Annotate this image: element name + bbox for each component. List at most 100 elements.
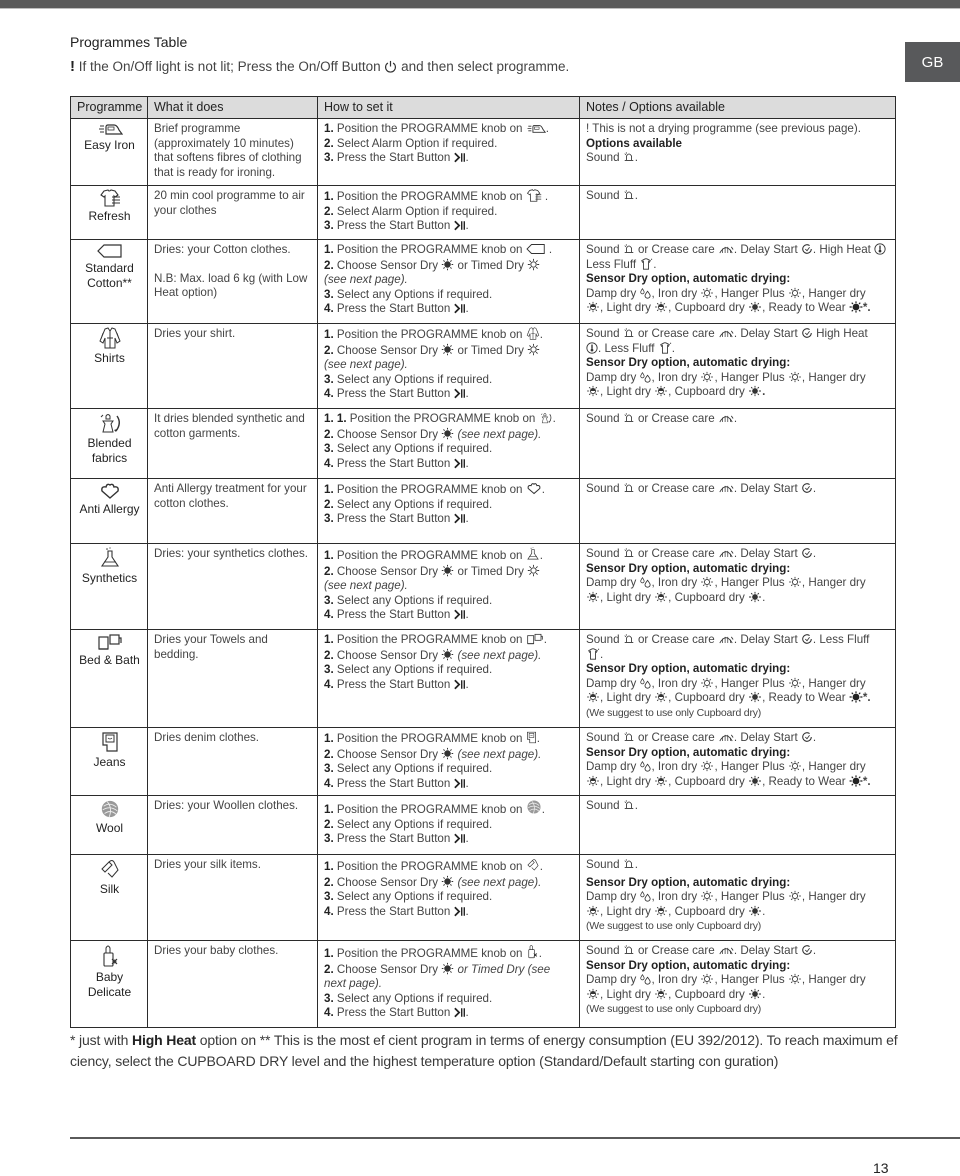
step: 1. Position the PROGRAMME knob on . — [324, 483, 545, 496]
timed-dry-icon — [527, 343, 540, 356]
light-dry-icon — [654, 988, 668, 1000]
iron-icon — [97, 122, 123, 136]
column-header-programme: Programme — [70, 96, 148, 119]
step: 1. Position the PROGRAMME knob on . — [324, 328, 543, 341]
bell-icon — [623, 799, 635, 811]
notes-cell: Sound . — [579, 795, 896, 855]
crease-care-icon — [718, 413, 734, 424]
delay-start-icon — [801, 482, 813, 494]
sensor-dry-levels: Damp dry , Iron dry , Hanger Plus , Hang… — [586, 370, 866, 399]
step: 2. Choose Sensor Dry or Timed Dry (see n… — [324, 962, 551, 991]
sensor-dry-heading: Sensor Dry option, automatic drying: — [586, 356, 791, 370]
bell-icon — [623, 547, 635, 559]
step: 3. Select any Options if required. — [324, 372, 493, 386]
hanger-dry-icon — [586, 385, 600, 397]
notes-cell: Sound or Crease care . Delay Start . Sen… — [579, 727, 896, 796]
step: 3. Select any Options if required. — [324, 890, 493, 904]
start-pause-icon — [454, 388, 466, 399]
programme-cell: Anti Allergy — [70, 478, 148, 544]
iron-dry-icon — [700, 287, 714, 299]
start-pause-icon — [454, 609, 466, 620]
sensor-dry-heading: Sensor Dry option, automatic drying: — [586, 561, 791, 575]
start-pause-icon — [454, 513, 466, 524]
step: 2. Choose Sensor Dry or Timed Dry — [324, 343, 574, 359]
power-button-icon — [385, 60, 397, 73]
step: 2. Choose Sensor Dry (see next page). — [324, 747, 542, 761]
damp-dry-icon — [639, 576, 651, 588]
sensor-dry-icon — [441, 747, 454, 760]
description: Dries denim clothes. — [154, 731, 260, 744]
delay-start-icon — [801, 243, 813, 255]
step: 2. Select any Options if required. — [324, 817, 493, 831]
load-note: N.B: Max. load 6 kg (with Low Heat optio… — [154, 271, 308, 300]
what-it-does-cell: Dries your shirt. — [147, 323, 318, 409]
step: 1. Position the PROGRAMME knob on . — [324, 944, 574, 962]
silk-icon — [99, 858, 121, 880]
how-to-set-cell: 1. Position the PROGRAMME knob on . 2. C… — [317, 854, 580, 941]
how-to-set-cell: 1. Position the PROGRAMME knob on . 2. C… — [317, 323, 580, 409]
light-dry-icon — [654, 691, 668, 703]
hanger-plus-icon — [788, 576, 802, 588]
wool-ball-icon — [100, 799, 120, 819]
step: 1. Position the PROGRAMME knob on . — [324, 858, 543, 873]
silk-icon — [526, 858, 540, 872]
sensor-dry-levels: Damp dry , Iron dry , Hanger Plus , Hang… — [586, 890, 866, 918]
delay-start-icon — [801, 944, 813, 956]
cupboard-dry-icon — [748, 591, 762, 603]
cupboard-dry-icon — [748, 301, 762, 313]
start-pause-icon — [454, 152, 466, 163]
programme-cell: Refresh — [70, 185, 148, 240]
cupboard-dry-suggestion: (We suggest to use only Cupboard dry) — [586, 920, 762, 933]
sensor-dry-icon — [441, 962, 454, 975]
sensor-dry-levels: Damp dry , Iron dry , Hanger Plus , Hang… — [586, 676, 871, 705]
crease-care-icon — [718, 244, 734, 255]
hanger-dry-icon — [586, 591, 600, 603]
programme-name: Synthetics — [81, 571, 138, 585]
programme-cell: Synthetics — [70, 543, 148, 630]
cupboard-dry-icon — [748, 988, 762, 1000]
crease-care-icon — [718, 328, 734, 339]
what-it-does-cell: Dries your Towels and bedding. — [147, 629, 318, 728]
programmes-table: Programme What it does How to set it Not… — [70, 96, 896, 1028]
description: Dries your silk items. — [154, 858, 261, 871]
what-it-does-cell: Dries: your Cotton clothes. N.B: Max. lo… — [147, 239, 318, 324]
crease-care-icon — [718, 945, 734, 956]
sensor-dry-icon — [441, 427, 454, 440]
cotton-tag-icon — [526, 243, 546, 255]
table-row: Blended fabrics It dries blended synthet… — [70, 408, 896, 479]
description: Dries: your Woollen clothes. — [154, 799, 299, 812]
options-list: Sound or Crease care . Delay Start . — [586, 482, 817, 495]
iron-dry-icon — [700, 576, 714, 588]
sensor-dry-heading: Sensor Dry option, automatic drying: — [586, 662, 791, 676]
programme-name: Baby Delicate — [87, 970, 132, 999]
hanger-plus-icon — [788, 890, 802, 902]
table-row: Anti Allergy Anti Allergy treatment for … — [70, 478, 896, 544]
shirt-icon — [98, 327, 122, 349]
table-row: Bed & Bath Dries your Towels and bedding… — [70, 629, 896, 728]
step-note: (see next page). — [324, 579, 408, 593]
programme-name: Silk — [99, 882, 120, 896]
notes-cell: Sound . Sensor Dry option, automatic dry… — [579, 854, 896, 941]
how-to-set-cell: 1. Position the PROGRAMME knob on . 2. S… — [317, 118, 580, 186]
page-number: 13 — [873, 1160, 889, 1176]
refresh-shirt-icon — [99, 189, 121, 207]
options-list: Sound or Crease care . Delay Start . Les… — [586, 633, 870, 661]
step: 1. Position the PROGRAMME knob on . — [324, 190, 549, 203]
programme-cell: Bed & Bath — [70, 629, 148, 728]
cupboard-dry-icon — [748, 905, 762, 917]
start-pause-icon — [454, 303, 466, 314]
towels-icon — [97, 633, 123, 651]
description: Anti Allergy treatment for your cotton c… — [154, 482, 307, 510]
damp-dry-icon — [639, 973, 651, 985]
how-to-set-cell: 1. Position the PROGRAMME knob on . 2. C… — [317, 239, 580, 324]
hanger-plus-icon — [788, 287, 802, 299]
damp-dry-icon — [639, 287, 651, 299]
what-it-does-cell: Dries: your synthetics clothes. — [147, 543, 318, 630]
high-heat-icon — [586, 342, 598, 354]
bell-icon — [623, 189, 635, 201]
bell-icon — [623, 633, 635, 645]
damp-dry-icon — [639, 677, 651, 689]
what-it-does-cell: Brief programme (approximately 10 minute… — [147, 118, 318, 186]
table-row: Shirts Dries your shirt. 1. Position the… — [70, 323, 896, 409]
ready-to-wear-icon — [849, 691, 863, 703]
